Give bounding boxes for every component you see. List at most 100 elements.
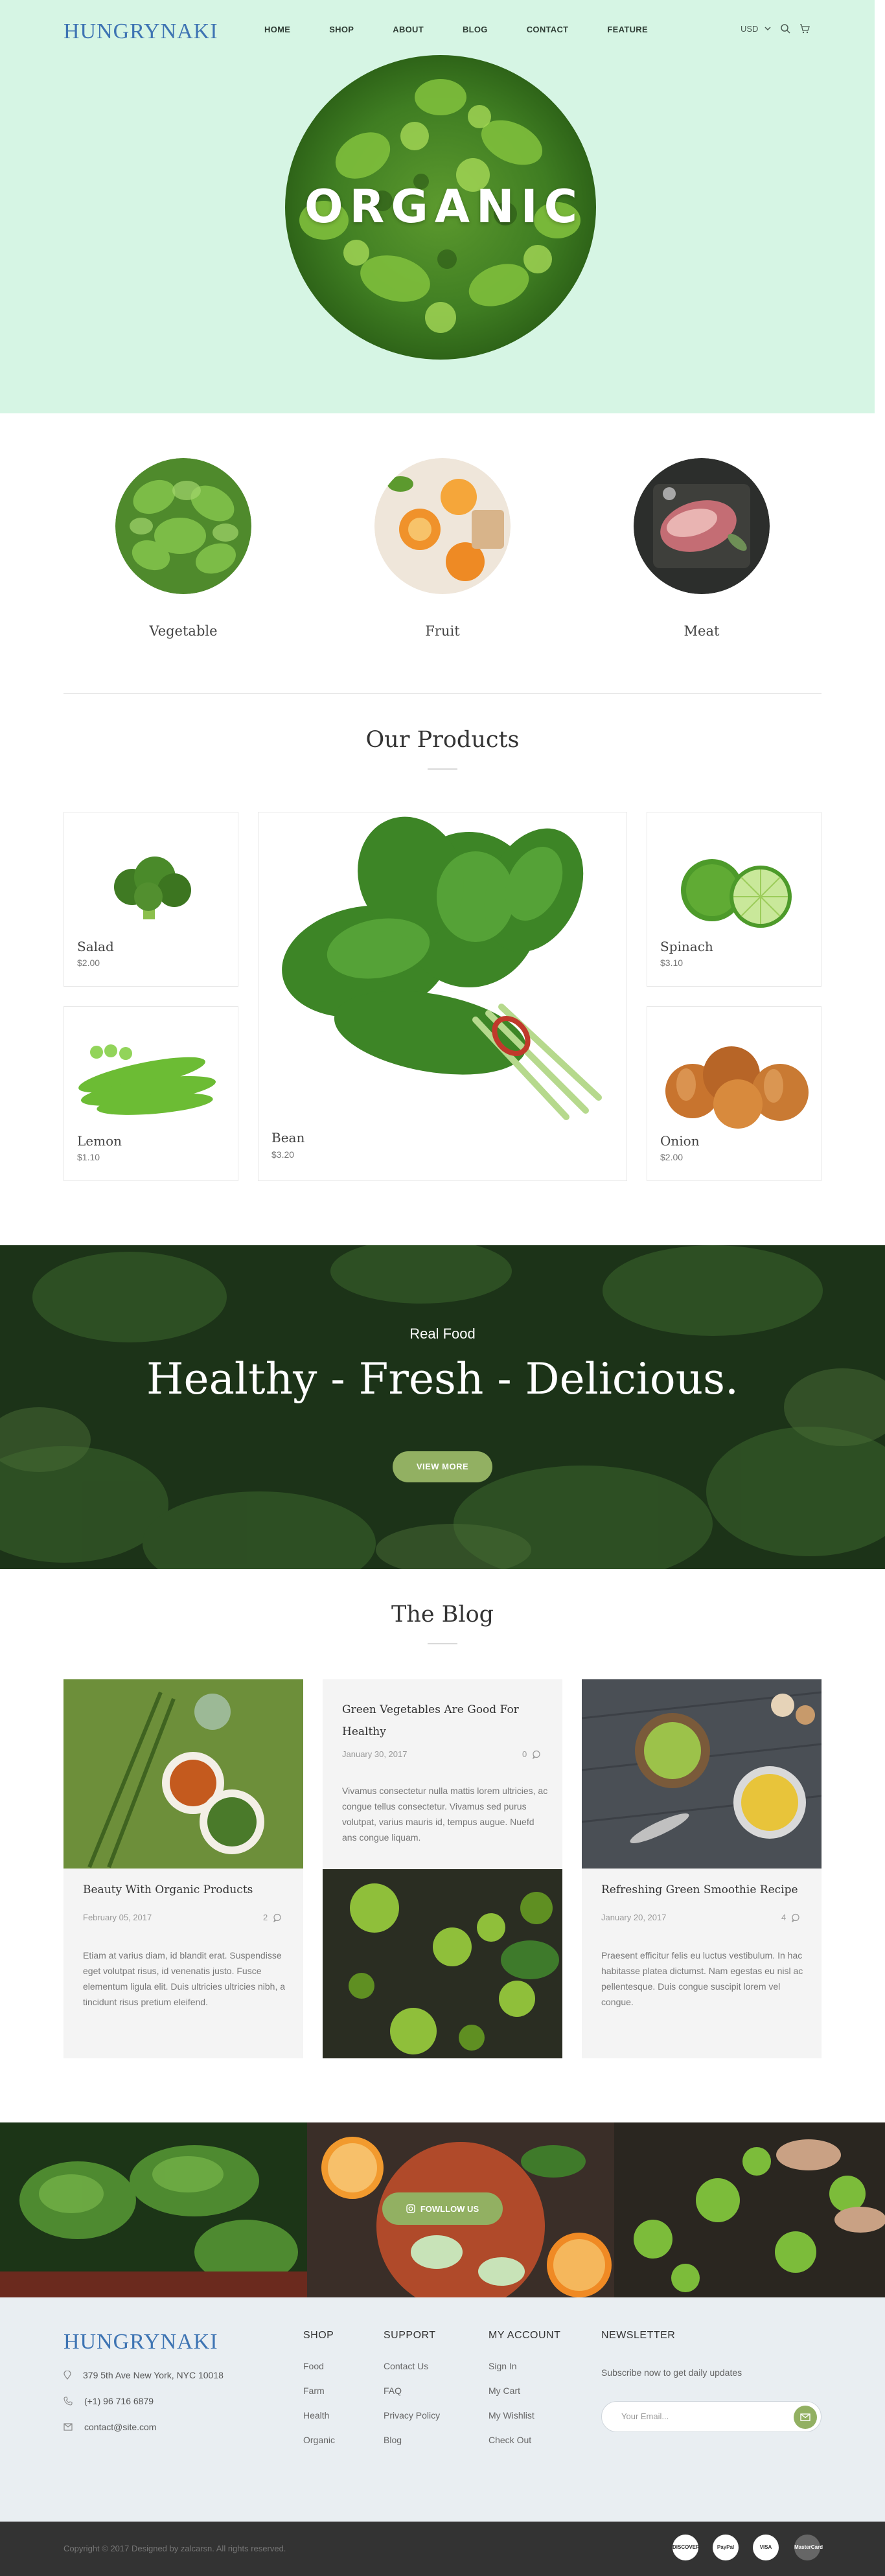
product-name: Spinach <box>660 939 713 954</box>
category-label: Meat <box>684 623 720 639</box>
product-card-lemon[interactable]: Lemon $1.10 <box>63 1006 238 1181</box>
footer-link-health[interactable]: Health <box>303 2410 335 2421</box>
product-name: Onion <box>660 1133 700 1149</box>
category-fruit[interactable]: Fruit <box>374 458 511 639</box>
mastercard-icon: MasterCard <box>794 2535 823 2560</box>
footer-logo[interactable]: HUNGRYNAKI <box>63 2330 218 2354</box>
hero-title: ORGANIC <box>305 180 584 233</box>
phone-text[interactable]: (+1) 96 716 6879 <box>84 2396 154 2406</box>
footer-link-organic[interactable]: Organic <box>303 2435 335 2445</box>
cart-icon[interactable] <box>799 23 810 34</box>
category-vegetable[interactable]: Vegetable <box>115 458 251 639</box>
footer-col-support: SUPPORT Contact Us FAQ Privacy Policy Bl… <box>384 2330 440 2459</box>
footer-col-title: SHOP <box>303 2330 334 2341</box>
footer-link-farm[interactable]: Farm <box>303 2386 335 2396</box>
spinach-bunch-image <box>282 816 602 1120</box>
product-name: Lemon <box>77 1133 122 1149</box>
comment-icon <box>273 1913 281 1922</box>
comment-count[interactable]: 4 <box>781 1913 800 1922</box>
currency-selector[interactable]: USD <box>741 24 771 34</box>
view-more-button[interactable]: VIEW MORE <box>393 1451 492 1482</box>
nav-contact[interactable]: CONTACT <box>527 25 569 34</box>
blog-post-title[interactable]: Beauty With Organic Products <box>83 1879 253 1901</box>
newsletter-email-field[interactable]: Your Email... <box>601 2401 822 2432</box>
title-underline <box>428 768 457 770</box>
footer-link-my-wishlist[interactable]: My Wishlist <box>488 2410 560 2421</box>
comment-count[interactable]: 0 <box>522 1749 541 1759</box>
paypal-icon: PayPal <box>713 2535 739 2560</box>
newsletter-placeholder: Your Email... <box>621 2411 669 2421</box>
visa-icon: VISA <box>753 2535 779 2560</box>
footer-phone: (+1) 96 716 6879 <box>63 2396 154 2406</box>
envelope-icon <box>63 2423 73 2431</box>
product-card-bean[interactable]: Bean $3.20 <box>258 812 627 1181</box>
nav-about[interactable]: ABOUT <box>393 25 424 34</box>
nav-blog[interactable]: BLOG <box>463 25 488 34</box>
footer-col-newsletter: NEWSLETTER <box>601 2330 675 2361</box>
footer-link-check-out[interactable]: Check Out <box>488 2435 560 2445</box>
footer-link-contact-us[interactable]: Contact Us <box>384 2361 440 2371</box>
nav-shop[interactable]: SHOP <box>329 25 354 34</box>
promo-banner: Real Food Healthy - Fresh - Delicious. V… <box>0 1245 885 1569</box>
category-meat[interactable]: Meat <box>634 458 770 639</box>
instagram-photo-seedlings[interactable] <box>614 2122 885 2297</box>
blog-post-card[interactable]: Beauty With Organic Products February 05… <box>63 1679 303 2058</box>
leaves-background-image <box>0 1245 885 1569</box>
category-label: Fruit <box>425 623 460 639</box>
newsletter-submit-button[interactable] <box>794 2406 817 2429</box>
footer-link-faq[interactable]: FAQ <box>384 2386 440 2396</box>
hero-section: ORGANIC <box>0 0 875 413</box>
envelope-icon <box>800 2413 810 2421</box>
instagram-icon <box>406 2204 415 2213</box>
blog-post-excerpt: Vivamus consectetur nulla mattis lorem u… <box>342 1786 548 1843</box>
main-nav: HOME SHOP ABOUT BLOG CONTACT FEATURE <box>264 25 687 34</box>
blog-post-title[interactable]: Refreshing Green Smoothie Recipe <box>601 1879 798 1901</box>
footer-link-privacy-policy[interactable]: Privacy Policy <box>384 2410 440 2421</box>
comment-count-value: 4 <box>781 1913 787 1922</box>
product-card-salad[interactable]: Salad $2.00 <box>63 812 238 987</box>
product-price: $3.10 <box>660 958 684 968</box>
spices-image <box>63 1679 303 1869</box>
product-card-spinach[interactable]: Spinach $3.10 <box>647 812 822 987</box>
product-name: Salad <box>77 939 114 954</box>
nav-home[interactable]: HOME <box>264 25 290 34</box>
discover-icon: DISCOVER <box>672 2535 700 2560</box>
blog-post-card[interactable]: Green Vegetables Are Good For Healthy Ja… <box>323 1679 562 2058</box>
search-icon[interactable] <box>780 23 790 34</box>
site-logo[interactable]: HUNGRYNAKI <box>63 19 218 44</box>
comment-count[interactable]: 2 <box>263 1913 282 1922</box>
product-price: $3.20 <box>271 1149 295 1160</box>
email-text[interactable]: contact@site.com <box>84 2422 156 2432</box>
banner-headline: Healthy - Fresh - Delicious. <box>146 1354 739 1404</box>
banner-kicker: Real Food <box>409 1326 476 1342</box>
fruit-image <box>374 458 511 594</box>
nav-feature[interactable]: FEATURE <box>607 25 648 34</box>
follow-us-button[interactable]: FOWLLOW US <box>382 2192 503 2225</box>
section-divider <box>63 693 822 694</box>
products-title: Our Products <box>365 727 520 753</box>
title-underline <box>428 1643 457 1644</box>
peas-image <box>78 1044 216 1115</box>
comment-icon <box>792 1913 799 1922</box>
footer-link-food[interactable]: Food <box>303 2361 335 2371</box>
copyright-text: Copyright © 2017 Designed by zalcarsn. A… <box>63 2544 286 2553</box>
blog-post-title[interactable]: Green Vegetables Are Good For Healthy <box>342 1699 536 1743</box>
category-label: Vegetable <box>149 623 218 639</box>
footer-email: contact@site.com <box>63 2422 156 2432</box>
footer-link-my-cart[interactable]: My Cart <box>488 2386 560 2396</box>
blog-post-date: February 05, 2017 <box>83 1913 152 1922</box>
location-pin-icon <box>63 2371 71 2380</box>
footer-col-my-account: MY ACCOUNT Sign In My Cart My Wishlist C… <box>488 2330 560 2459</box>
product-price: $2.00 <box>660 1152 684 1162</box>
blog-post-date: January 20, 2017 <box>601 1913 667 1922</box>
follow-us-label: FOWLLOW US <box>420 2203 479 2214</box>
instagram-photo-basil[interactable] <box>0 2122 307 2297</box>
site-footer: HUNGRYNAKI 379 5th Ave New York, NYC 100… <box>0 2297 885 2522</box>
newsletter-text: Subscribe now to get daily updates <box>601 2367 742 2378</box>
footer-link-blog[interactable]: Blog <box>384 2435 440 2445</box>
address-text: 379 5th Ave New York, NYC 10018 <box>83 2370 224 2380</box>
blog-post-card[interactable]: Refreshing Green Smoothie Recipe January… <box>582 1679 822 2058</box>
footer-link-sign-in[interactable]: Sign In <box>488 2361 560 2371</box>
lime-image <box>681 859 792 928</box>
product-card-onion[interactable]: Onion $2.00 <box>647 1006 822 1181</box>
